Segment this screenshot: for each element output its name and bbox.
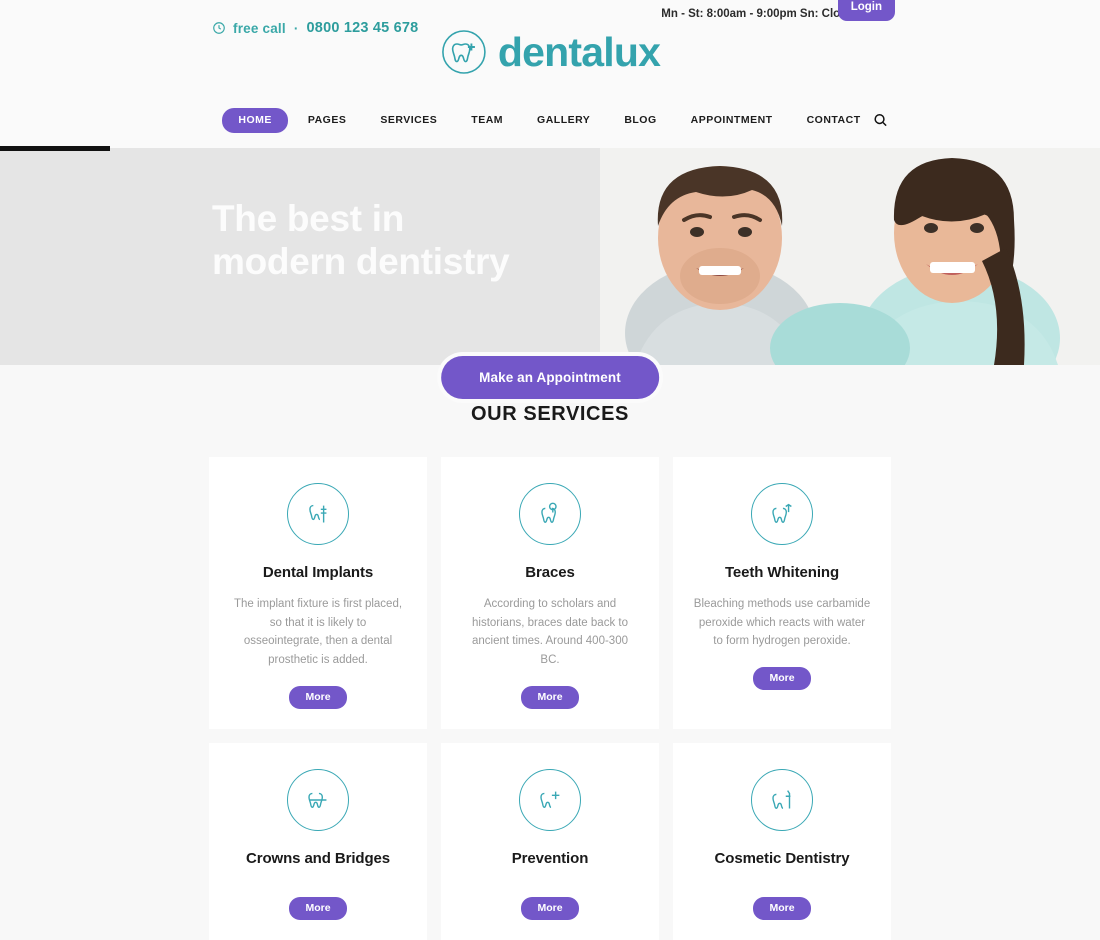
tooth-shine-icon: [751, 483, 813, 545]
service-card[interactable]: Cosmetic Dentistry More: [673, 742, 891, 940]
nav-item-home[interactable]: HOME: [222, 107, 288, 133]
service-description: The implant fixture is first placed, so …: [233, 598, 403, 666]
services-heading: OUR SERVICES: [471, 403, 629, 425]
free-call-info: free call · 0800 123 45 678: [212, 20, 418, 36]
service-description: Bleaching methods use carbamide peroxide…: [693, 598, 871, 648]
more-button[interactable]: More: [753, 896, 811, 920]
more-button[interactable]: More: [289, 896, 347, 920]
login-button[interactable]: Login: [837, 0, 895, 21]
more-button[interactable]: More: [521, 896, 579, 920]
nav-item-gallery[interactable]: GALLERY: [520, 114, 607, 126]
tooth-braces-icon: [519, 483, 581, 545]
service-card[interactable]: Braces According to scholars and histori…: [441, 457, 659, 729]
phone-number[interactable]: 0800 123 45 678: [307, 20, 419, 36]
nav-item-team[interactable]: TEAM: [454, 114, 520, 126]
service-card[interactable]: Prevention More: [441, 742, 659, 940]
main-navigation: HOME PAGES SERVICES TEAM GALLERY BLOG AP…: [0, 92, 1100, 148]
brand-name: dentalux: [497, 28, 661, 75]
free-call-label: free call: [233, 20, 286, 36]
service-description: According to scholars and historians, br…: [472, 598, 628, 666]
more-button[interactable]: More: [289, 685, 347, 709]
nav-list: HOME PAGES SERVICES TEAM GALLERY BLOG AP…: [222, 107, 878, 133]
service-card[interactable]: Dental Implants The implant fixture is f…: [209, 457, 427, 729]
search-button[interactable]: [869, 109, 892, 132]
service-card[interactable]: Teeth Whitening Bleaching methods use ca…: [673, 457, 891, 729]
hero-title: The best in modern dentistry: [212, 198, 510, 282]
service-card[interactable]: Crowns and Bridges More: [209, 742, 427, 940]
nav-item-contact[interactable]: CONTACT: [790, 114, 878, 126]
nav-item-appointment[interactable]: APPOINTMENT: [674, 114, 790, 126]
services-section: OUR SERVICES Dental Implants The implant…: [0, 365, 1100, 940]
top-bar: free call · 0800 123 45 678 Mn - St: 8:0…: [0, 0, 1100, 92]
nav-item-blog[interactable]: BLOG: [607, 114, 673, 126]
service-title: Prevention: [511, 849, 589, 867]
service-title: Crowns and Bridges: [245, 849, 391, 867]
services-grid: Dental Implants The implant fixture is f…: [209, 457, 891, 940]
opening-hours: Mn - St: 8:00am - 9:00pm Sn: Closed: [661, 8, 860, 20]
more-button[interactable]: More: [753, 666, 811, 690]
service-title: Teeth Whitening: [724, 564, 840, 581]
make-appointment-button[interactable]: Make an Appointment: [441, 356, 659, 399]
tooth-plus-logo-icon: [440, 28, 488, 76]
separator-dot: ·: [293, 20, 299, 36]
nav-item-services[interactable]: SERVICES: [363, 114, 454, 126]
appointment-button-wrap: Make an Appointment: [437, 352, 663, 403]
search-icon: [873, 113, 888, 128]
accent-bar: [0, 146, 110, 151]
hero-section: The best in modern dentistry: [0, 148, 1100, 365]
clock-icon: [212, 21, 226, 35]
hero-photo: [600, 148, 1100, 365]
service-title: Cosmetic Dentistry: [714, 849, 850, 867]
more-button[interactable]: More: [521, 685, 579, 709]
nav-item-pages[interactable]: PAGES: [291, 114, 363, 126]
site-logo[interactable]: dentalux: [440, 28, 661, 76]
service-title: Dental Implants: [262, 564, 374, 581]
tooth-implant-icon: [287, 483, 349, 545]
service-title: Braces: [525, 564, 575, 581]
